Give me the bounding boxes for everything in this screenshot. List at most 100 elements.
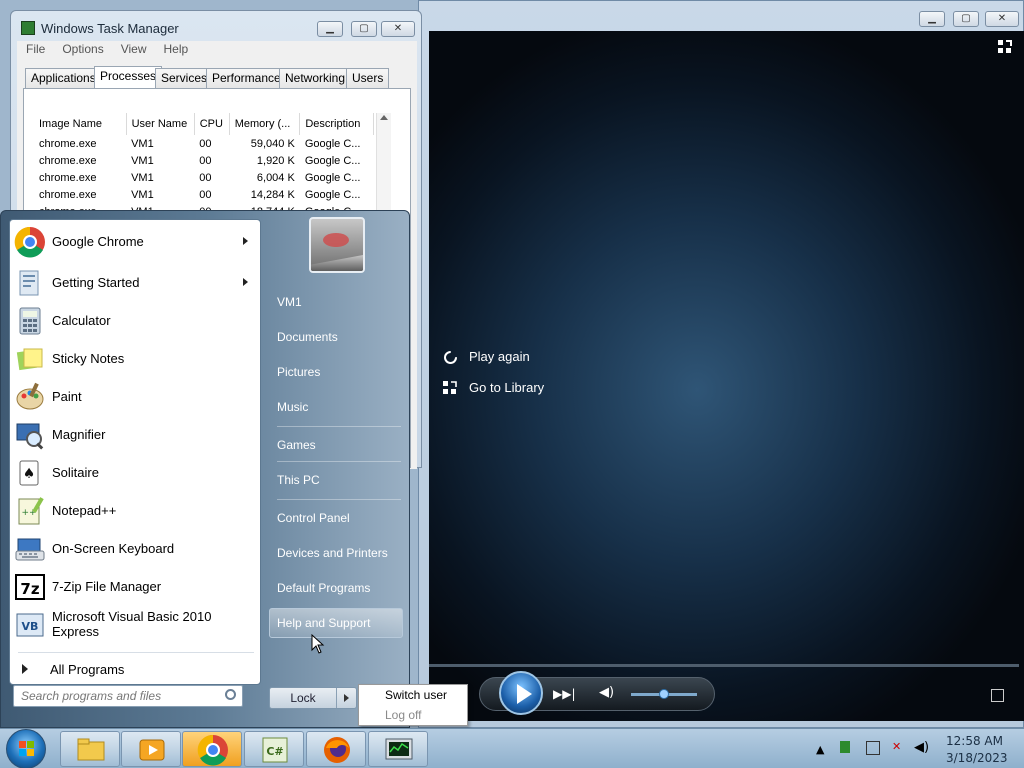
seek-bar[interactable] xyxy=(429,664,1019,667)
submenu-arrow-icon[interactable] xyxy=(243,278,248,286)
go-to-library-label: Go to Library xyxy=(469,380,545,395)
taskbar-button[interactable] xyxy=(182,731,242,767)
start-link-pictures[interactable]: Pictures xyxy=(269,357,403,387)
menu-options[interactable]: Options xyxy=(53,41,111,56)
start-menu-programs-panel: Google Chrome Getting Started Calculator St… xyxy=(9,219,261,685)
cell-cpu: 00 xyxy=(199,171,212,184)
close-button[interactable]: ✕ xyxy=(381,21,415,37)
switch-to-library-icon[interactable] xyxy=(997,39,1013,55)
visual-basic-icon: VB xyxy=(14,609,46,641)
tab-processes[interactable]: Processes xyxy=(94,66,163,89)
svg-text:VB: VB xyxy=(22,620,39,633)
task-manager-tray-icon[interactable] xyxy=(840,741,850,753)
table-row[interactable]: chrome.exe VM1 00 1,920 K Google C... xyxy=(34,152,374,169)
start-link-this-pc[interactable]: This PC xyxy=(269,465,403,495)
tab-performance[interactable]: Performance xyxy=(206,68,287,88)
table-row[interactable]: chrome.exe VM1 00 59,040 K Google C... xyxy=(34,135,374,152)
search-placeholder: Search programs and files xyxy=(21,689,162,703)
action-center-icon[interactable]: ✕ xyxy=(892,740,901,753)
switch-user-item[interactable]: Switch user xyxy=(385,688,447,702)
start-link-music[interactable]: Music xyxy=(269,392,403,422)
go-to-library-link[interactable]: Go to Library xyxy=(443,380,545,395)
menu-file[interactable]: File xyxy=(17,41,53,56)
volume-tray-icon[interactable]: ◀) xyxy=(914,740,929,755)
program-item[interactable]: ++ Notepad++ xyxy=(10,492,260,530)
program-item[interactable]: Paint xyxy=(10,378,260,416)
column-image-name[interactable]: Image Name xyxy=(34,113,127,135)
program-item[interactable]: On-Screen Keyboard xyxy=(10,530,260,568)
start-link-default-programs[interactable]: Default Programs xyxy=(269,573,403,603)
tab-applications[interactable]: Applications xyxy=(25,68,102,88)
start-button[interactable] xyxy=(6,729,46,768)
close-button[interactable]: ✕ xyxy=(985,11,1019,27)
table-row[interactable]: chrome.exe VM1 00 6,004 K Google C... xyxy=(34,169,374,186)
paint-icon xyxy=(14,381,46,413)
program-item[interactable]: Getting Started xyxy=(10,264,260,302)
user-avatar[interactable] xyxy=(309,217,365,273)
start-link-games[interactable]: Games xyxy=(269,430,403,460)
search-icon xyxy=(225,689,236,700)
maximize-button[interactable]: ▢ xyxy=(953,11,979,27)
program-label-line2: Express xyxy=(52,624,99,639)
cell-user-name: VM1 xyxy=(131,137,154,150)
play-button[interactable] xyxy=(499,671,543,715)
start-link-control-panel[interactable]: Control Panel xyxy=(269,503,403,533)
program-item[interactable]: Magnifier xyxy=(10,416,260,454)
column-description[interactable]: Description xyxy=(299,113,374,135)
submenu-arrow-icon[interactable] xyxy=(243,237,248,245)
program-label: On-Screen Keyboard xyxy=(52,541,175,556)
all-programs-button[interactable]: All Programs xyxy=(10,654,260,684)
program-label: 7-Zip File Manager xyxy=(52,579,162,594)
start-link-vm1[interactable]: VM1 xyxy=(269,287,403,317)
taskbar-button[interactable] xyxy=(60,731,120,767)
tab-networking[interactable]: Networking xyxy=(279,68,352,88)
windows-explorer-icon xyxy=(75,734,107,768)
video-area: Play again Go to Library ▶▶| ◀) xyxy=(429,31,1024,721)
lock-button[interactable]: Lock xyxy=(269,687,357,709)
next-icon[interactable]: ▶▶| xyxy=(553,687,576,701)
taskbar-button[interactable] xyxy=(121,731,181,767)
start-link-documents[interactable]: Documents xyxy=(269,322,403,352)
program-item[interactable]: Sticky Notes xyxy=(10,340,260,378)
cell-memory: 6,004 K xyxy=(256,171,295,184)
menu-help[interactable]: Help xyxy=(155,41,197,56)
shutdown-options-button[interactable] xyxy=(336,688,356,708)
minimize-button[interactable]: ▁ xyxy=(317,21,343,37)
cell-memory: 14,284 K xyxy=(250,188,295,201)
play-again-link[interactable]: Play again xyxy=(444,349,530,364)
show-hidden-icons[interactable]: ▲ xyxy=(816,743,824,756)
log-off-item[interactable]: Log off xyxy=(385,708,421,722)
program-label: Getting Started xyxy=(52,275,140,290)
column-memory[interactable]: Memory (... xyxy=(229,113,301,135)
volume-thumb[interactable] xyxy=(659,689,669,699)
taskbar-button[interactable] xyxy=(368,731,428,767)
cell-memory: 59,040 K xyxy=(250,137,295,150)
minimize-button[interactable]: ▁ xyxy=(919,11,945,27)
volume-icon[interactable]: ◀) xyxy=(599,685,614,700)
scroll-up-icon[interactable] xyxy=(380,115,388,120)
program-item[interactable]: VB Microsoft Visual Basic 2010 Express xyxy=(10,606,260,644)
column-cpu[interactable]: CPU xyxy=(194,113,230,135)
clock-date[interactable]: 3/18/2023 xyxy=(946,751,1008,765)
fullscreen-icon[interactable] xyxy=(991,689,1004,702)
maximize-button[interactable]: ▢ xyxy=(351,21,377,37)
search-input[interactable]: Search programs and files xyxy=(13,685,243,707)
clock-time[interactable]: 12:58 AM xyxy=(946,734,1003,748)
tab-users[interactable]: Users xyxy=(346,68,390,88)
table-row[interactable]: chrome.exe VM1 00 14,284 K Google C... xyxy=(34,186,374,203)
menu-view[interactable]: View xyxy=(112,41,155,56)
start-link-help-and-support[interactable]: Help and Support xyxy=(269,608,403,638)
start-link-devices-and-printers[interactable]: Devices and Printers xyxy=(269,538,403,568)
separator xyxy=(277,499,401,500)
network-icon[interactable] xyxy=(866,741,880,755)
column-user-name[interactable]: User Name xyxy=(126,113,195,135)
program-item[interactable]: Calculator xyxy=(10,302,260,340)
taskbar-button[interactable]: C# xyxy=(244,731,304,767)
keyboard-icon xyxy=(14,533,46,565)
taskbar-button[interactable] xyxy=(306,731,366,767)
program-item[interactable]: 7z 7-Zip File Manager xyxy=(10,568,260,606)
play-again-label: Play again xyxy=(469,349,530,364)
tab-services[interactable]: Services xyxy=(155,68,214,88)
program-item[interactable]: ♠ Solitaire xyxy=(10,454,260,492)
program-item[interactable]: Google Chrome xyxy=(10,223,260,261)
